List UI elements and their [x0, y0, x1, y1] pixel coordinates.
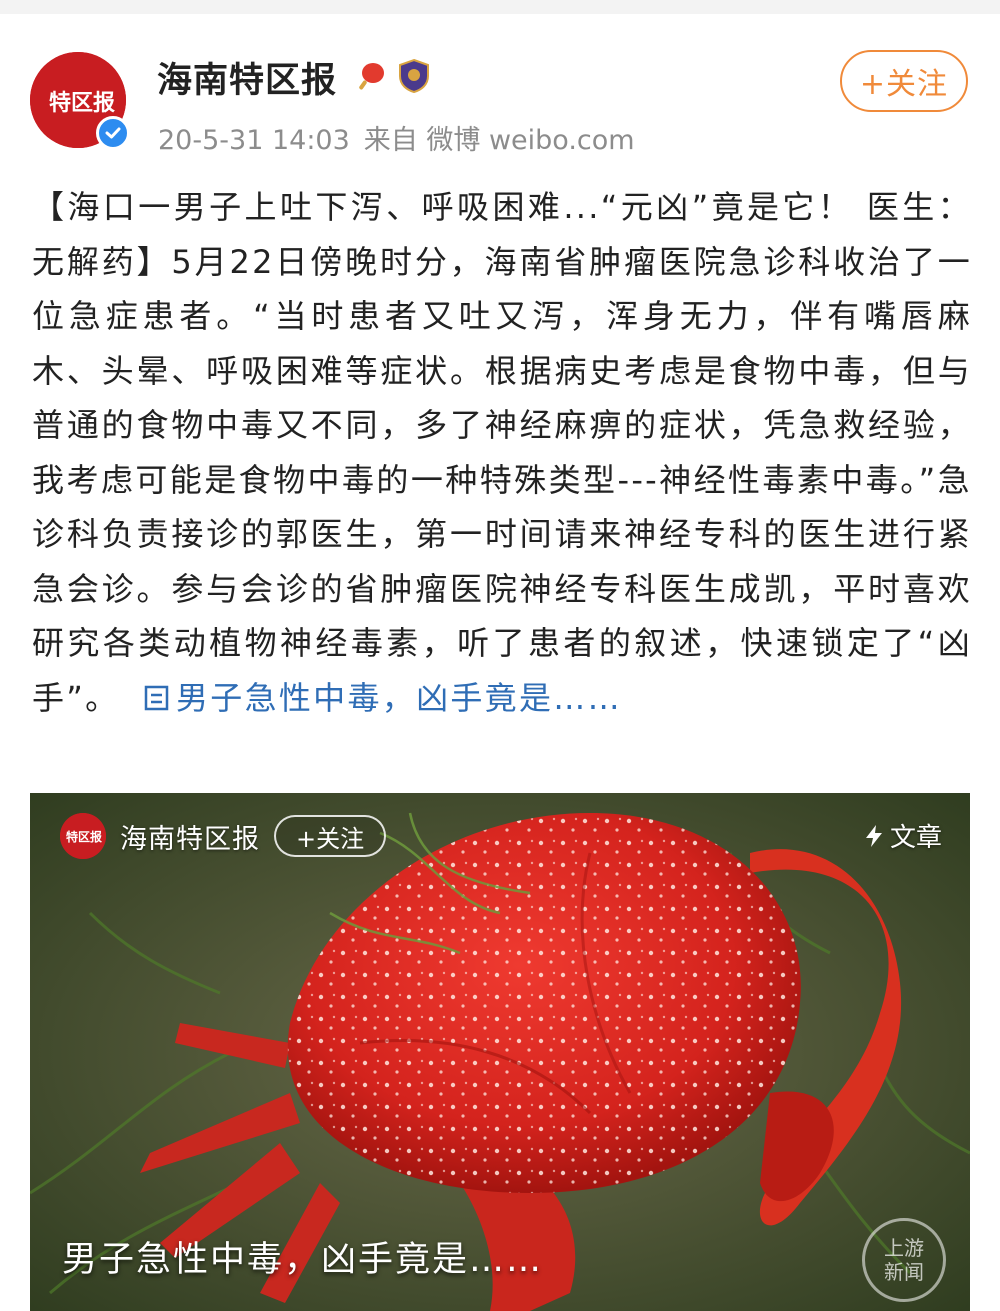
- post-text: 【海口一男子上吐下泻、呼吸困难...“元凶”竟是它！ 医生：无解药】5月22日傍…: [32, 188, 972, 717]
- post-body: 【海口一男子上吐下泻、呼吸困难...“元凶”竟是它！ 医生：无解药】5月22日傍…: [32, 180, 972, 725]
- lightning-icon: [865, 824, 882, 847]
- card-account-name[interactable]: 海南特区报: [120, 817, 260, 856]
- card-logo-icon: 特区报: [60, 813, 106, 859]
- card-tag-text: 文章: [889, 823, 942, 853]
- post-source: 来自 微博 weibo.com: [363, 125, 635, 156]
- article-link-icon: [144, 685, 169, 710]
- watermark-line2: 新闻: [884, 1260, 924, 1284]
- avatar-text: 特区报: [49, 90, 115, 116]
- top-divider: [0, 0, 1000, 14]
- card-caption: 男子急性中毒，凶手竟是……: [62, 1240, 544, 1280]
- card-header: 特区报 海南特区报 +关注: [60, 813, 387, 859]
- account-name[interactable]: 海南特区报: [157, 52, 337, 103]
- follow-button[interactable]: +关注: [840, 50, 968, 112]
- card-article-tag: 文章: [864, 817, 942, 854]
- watermark-line1: 上游: [884, 1236, 924, 1260]
- article-link-text: 男子急性中毒，凶手竟是……: [175, 678, 622, 717]
- verified-icon: [96, 116, 130, 150]
- post-meta: 20-5-31 14:03 来自 微博 weibo.com: [158, 118, 649, 157]
- card-avatar[interactable]: 特区报: [60, 813, 106, 859]
- card-follow-button[interactable]: +关注: [274, 815, 387, 857]
- article-card[interactable]: 特区报 海南特区报 +关注 文章 男子急性中毒，凶手竟是……: [30, 793, 970, 1311]
- shield-badge-icon: [399, 58, 429, 94]
- watermark-logo: 上游 新闻: [862, 1218, 946, 1302]
- card-logo-text: 特区报: [66, 829, 102, 844]
- timestamp: 20-5-31 14:03: [158, 125, 350, 156]
- ping-pong-badge-icon: [359, 63, 384, 90]
- article-link[interactable]: 男子急性中毒，凶手竟是……: [132, 679, 622, 717]
